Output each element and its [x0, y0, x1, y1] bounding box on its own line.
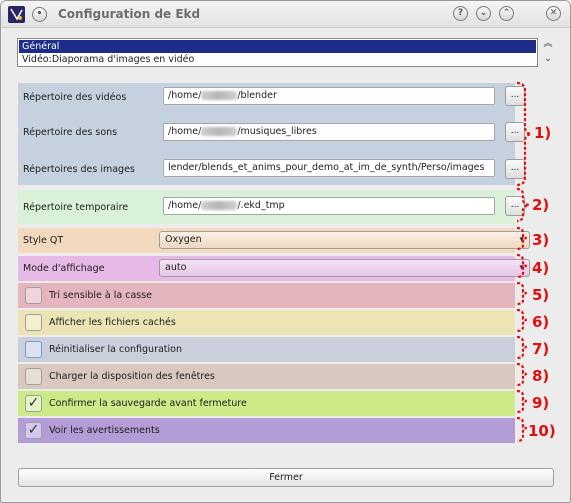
redacted-username	[201, 201, 238, 210]
videos-label: Répertoire des vidéos	[23, 92, 127, 103]
group-affichage: Mode d'affichage auto ▾	[18, 256, 530, 281]
close-icon: ✕	[549, 8, 558, 18]
group-caches[interactable]: Afficher les fichiers cachés	[18, 310, 515, 335]
tri-label: Tri sensible à la casse	[49, 290, 153, 301]
bracket-5	[516, 281, 528, 306]
bracket-1	[516, 81, 532, 187]
bracket-8	[516, 362, 528, 387]
category-item-general[interactable]: Général	[19, 40, 536, 53]
style-qt-label: Style QT	[23, 235, 64, 246]
bracket-6	[516, 308, 528, 333]
videos-path-suffix: /blender	[237, 90, 277, 101]
scroll-up-icon[interactable]: ︽	[541, 39, 555, 49]
annotation-1: 1)	[534, 124, 552, 142]
annotation-6: 6)	[532, 313, 550, 331]
group-disposition[interactable]: Charger la disposition des fenêtres	[18, 364, 515, 389]
sons-label: Répertoire des sons	[23, 127, 118, 138]
bracket-2	[516, 187, 530, 223]
affichage-select[interactable]: auto ▾	[159, 259, 530, 277]
scroll-down-icon[interactable]: ⌄	[541, 54, 555, 64]
images-label: Répertoires des images	[23, 164, 135, 175]
group-temp: Répertoire temporaire /home//.ekd_tmp ..…	[18, 190, 525, 224]
caches-checkbox[interactable]	[25, 314, 42, 331]
minimize-icon: ⌄	[479, 8, 488, 18]
avertissements-label: Voir les avertissements	[49, 425, 160, 436]
bracket-3	[516, 226, 528, 251]
category-list[interactable]: Général Vidéo:Diaporama d'images en vidé…	[17, 38, 538, 67]
temp-label: Répertoire temporaire	[23, 202, 129, 213]
temp-path-input[interactable]: /home/ /.ekd_tmp	[163, 197, 495, 215]
sons-path-prefix: /home/	[168, 126, 202, 137]
avertissements-checkbox[interactable]: ✓	[25, 422, 42, 439]
redacted-username	[201, 127, 238, 136]
bracket-9	[516, 389, 528, 414]
style-qt-select[interactable]: Oxygen ▾	[159, 231, 530, 249]
affichage-label: Mode d'affichage	[23, 263, 105, 274]
group-style-qt: Style QT Oxygen ▾	[18, 228, 530, 253]
bracket-7	[516, 335, 528, 360]
affichage-value: auto	[165, 262, 187, 273]
reinit-checkbox[interactable]	[25, 341, 42, 358]
annotation-5: 5)	[532, 286, 550, 304]
maximize-button[interactable]: ⌃	[499, 6, 514, 21]
reinit-label: Réinitialiser la configuration	[49, 344, 182, 355]
annotation-2: 2)	[532, 196, 550, 214]
annotation-7: 7)	[532, 340, 550, 358]
group-reinit[interactable]: Réinitialiser la configuration	[18, 337, 515, 362]
annotation-8: 8)	[532, 367, 550, 385]
redacted-username	[201, 91, 238, 100]
category-scroll[interactable]: ︽ ⌄	[541, 38, 555, 67]
window-menu-button[interactable]: •	[32, 7, 47, 22]
window-menu-icon: •	[36, 9, 43, 19]
disposition-label: Charger la disposition des fenêtres	[49, 371, 215, 382]
tri-checkbox[interactable]	[25, 287, 42, 304]
title-bar[interactable]: • Configuration de Ekd ? ⌄ ⌃ ✕	[1, 1, 570, 28]
help-button[interactable]: ?	[453, 6, 468, 21]
annotation-10: 10)	[528, 422, 556, 440]
videos-path-input[interactable]: /home/ /blender	[163, 87, 495, 105]
category-item-diaporama[interactable]: Vidéo:Diaporama d'images en vidéo	[19, 53, 536, 66]
group-avertissements[interactable]: ✓ Voir les avertissements	[18, 418, 515, 443]
annotation-9: 9)	[532, 394, 550, 412]
config-window: • Configuration de Ekd ? ⌄ ⌃ ✕ Général V…	[0, 0, 571, 503]
style-qt-value: Oxygen	[165, 234, 202, 245]
ekd-app-icon[interactable]	[8, 6, 25, 23]
images-path-input[interactable]: lender/blends_et_anims_pour_demo_at_im_d…	[163, 159, 495, 177]
group-confirmer[interactable]: ✓ Confirmer la sauvegarde avant fermetur…	[18, 391, 515, 416]
disposition-checkbox[interactable]	[25, 368, 42, 385]
bracket-4	[516, 253, 528, 279]
minimize-button[interactable]: ⌄	[476, 6, 491, 21]
sons-path-input[interactable]: /home/ /musiques_libres	[163, 123, 495, 141]
group-directories: Répertoire des vidéos /home//blender ...…	[18, 83, 525, 185]
videos-path-prefix: /home/	[168, 90, 202, 101]
temp-path-prefix: /home/	[168, 200, 202, 211]
maximize-icon: ⌃	[502, 8, 511, 18]
confirmer-label: Confirmer la sauvegarde avant fermeture	[49, 398, 247, 409]
window-title: Configuration de Ekd	[58, 7, 201, 21]
annotation-3: 3)	[532, 231, 550, 249]
sons-path-suffix: /musiques_libres	[237, 126, 317, 137]
caches-label: Afficher les fichiers cachés	[49, 317, 176, 328]
annotation-4: 4)	[532, 259, 550, 277]
help-icon: ?	[457, 8, 464, 18]
bracket-10	[516, 416, 528, 443]
temp-path-suffix: /.ekd_tmp	[237, 200, 285, 211]
close-window-button[interactable]: ✕	[546, 6, 561, 21]
confirmer-checkbox[interactable]: ✓	[25, 395, 42, 412]
fermer-button[interactable]: Fermer	[18, 468, 554, 487]
group-tri[interactable]: Tri sensible à la casse	[18, 283, 515, 308]
